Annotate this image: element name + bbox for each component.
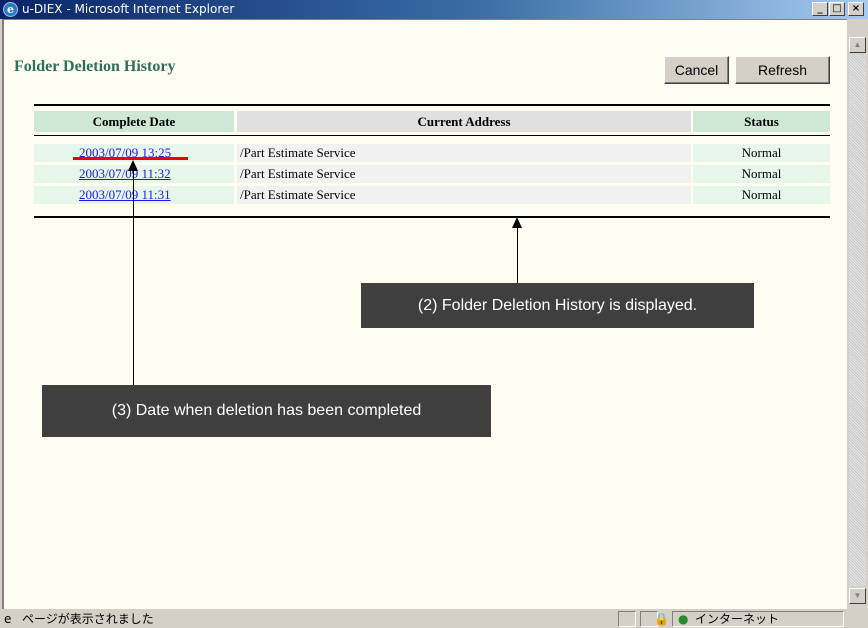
callout-completion-date: (3) Date when deletion has been complete…	[42, 385, 491, 437]
scroll-up-button[interactable]: ▲	[849, 37, 866, 53]
address-cell: /Part Estimate Service	[237, 186, 691, 204]
status-cell: Normal	[693, 186, 830, 204]
vertical-scrollbar[interactable]	[849, 54, 866, 586]
scroll-down-button[interactable]: ▼	[849, 588, 866, 604]
window-titlebar[interactable]: e u-DIEX - Microsoft Internet Explorer _…	[0, 0, 868, 19]
table-bottom-rule	[34, 216, 830, 218]
page-done-icon: e	[4, 612, 12, 626]
cancel-button[interactable]: Cancel	[664, 56, 729, 84]
callout3-leader-line	[133, 170, 134, 385]
header-rule	[34, 135, 830, 136]
ie-icon: e	[3, 2, 18, 17]
column-header-status: Status	[693, 111, 830, 132]
address-cell: /Part Estimate Service	[237, 165, 691, 183]
status-cell: Normal	[693, 144, 830, 162]
column-header-address: Current Address	[237, 111, 691, 132]
status-message: ページが表示されました	[22, 612, 154, 626]
address-cell: /Part Estimate Service	[237, 144, 691, 162]
close-icon[interactable]: ×	[848, 2, 864, 16]
window-title: u-DIEX - Microsoft Internet Explorer	[22, 2, 235, 16]
status-bar: e ページが表示されました 🔒 ● インターネット	[0, 610, 868, 628]
lock-icon: 🔒	[654, 612, 669, 626]
table-row: 2003/07/09 11:31 /Part Estimate Service …	[34, 186, 830, 204]
column-header-date: Complete Date	[34, 111, 234, 132]
refresh-button[interactable]: Refresh	[735, 56, 830, 84]
date-link[interactable]: 2003/07/09 11:31	[34, 186, 234, 204]
table-top-rule	[34, 104, 830, 106]
table-row: 2003/07/09 11:32 /Part Estimate Service …	[34, 165, 830, 183]
minimize-icon[interactable]: _	[812, 2, 828, 16]
zone-label: インターネット	[695, 612, 780, 626]
table-header-row: Complete Date Current Address Status	[34, 111, 830, 132]
date-cell: 2003/07/09 11:31	[34, 186, 234, 204]
globe-icon: ●	[678, 612, 689, 626]
callout-folder-history: (2) Folder Deletion History is displayed…	[361, 283, 754, 328]
page-title: Folder Deletion History	[14, 58, 176, 75]
status-cell: Normal	[693, 165, 830, 183]
maximize-icon[interactable]: □	[829, 2, 845, 16]
status-pane	[618, 611, 636, 627]
callout2-leader-line	[517, 227, 518, 283]
